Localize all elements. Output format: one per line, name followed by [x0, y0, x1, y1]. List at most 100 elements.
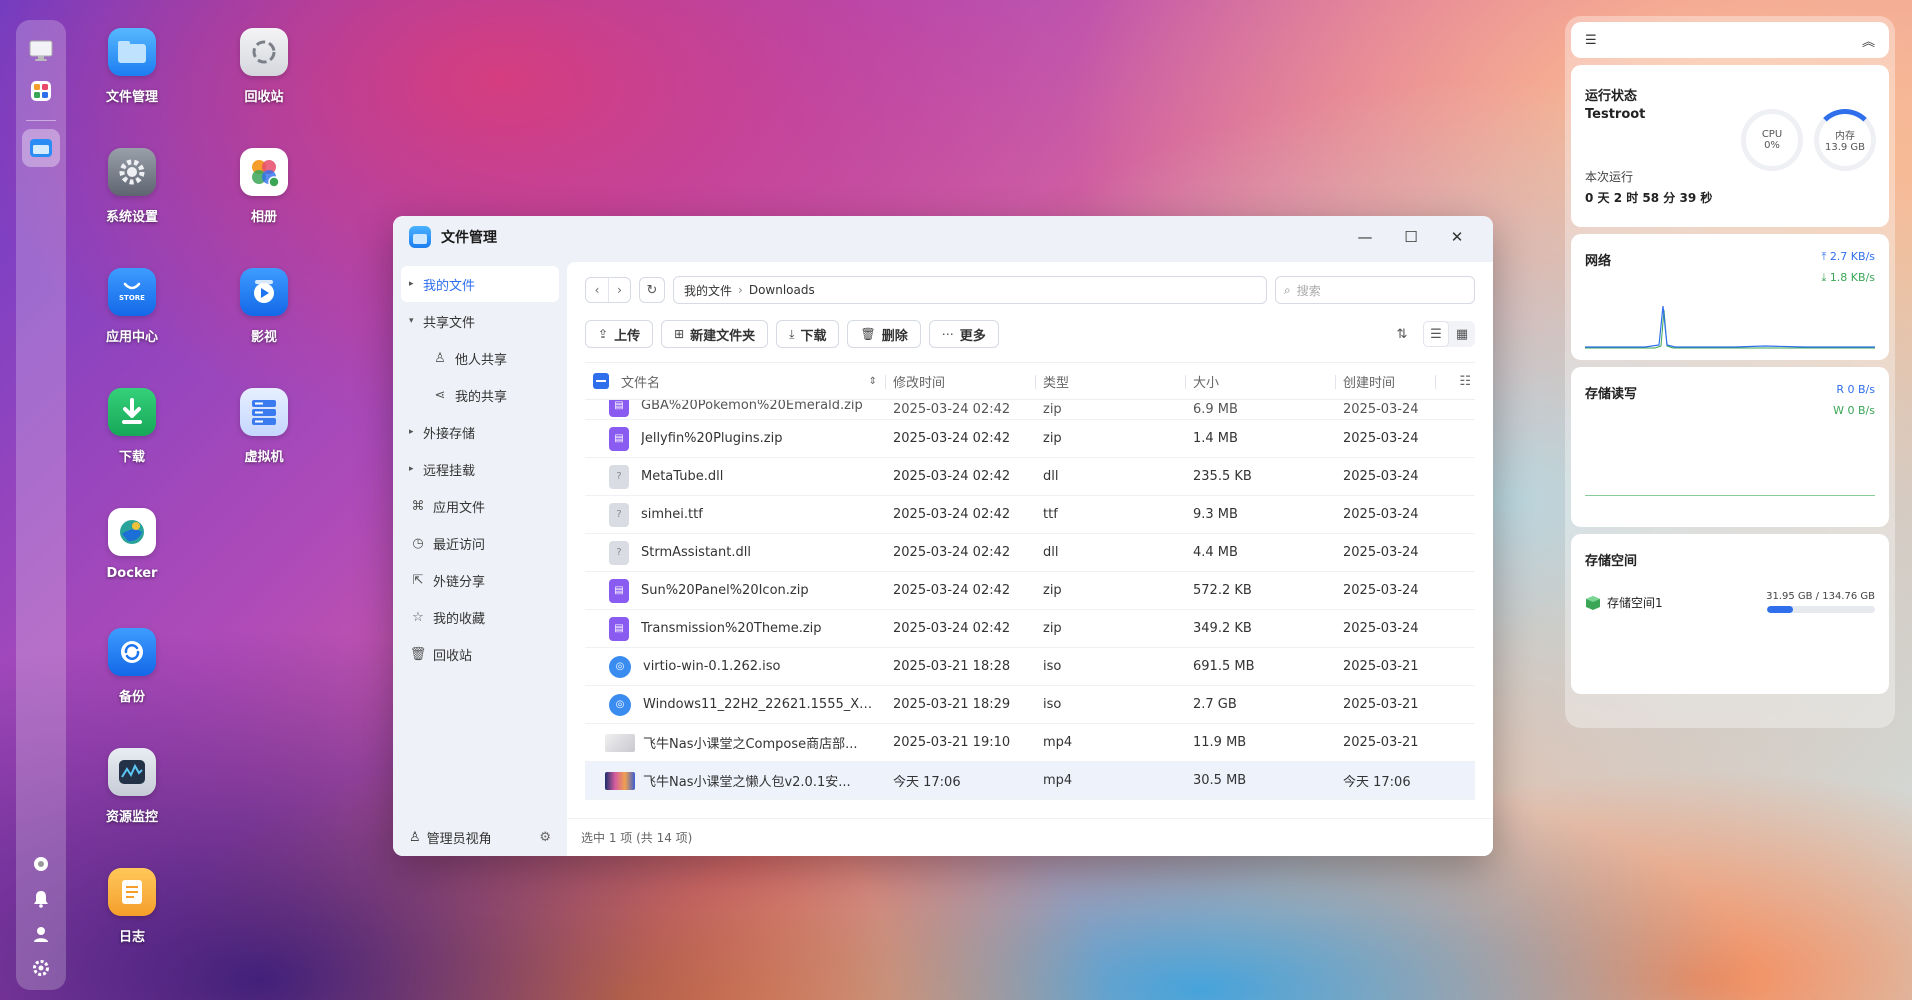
cell-type: dll — [1043, 469, 1059, 484]
table-row[interactable]: ▤ Jellyfin%20Plugins.zip 2025-03-24 02:42 z… — [585, 420, 1475, 458]
desktop-icon-recycle-bin[interactable]: 回收站 — [209, 28, 319, 105]
table-row[interactable]: ? MetaTube.dll 2025-03-24 02:42 dll 235.5 KB… — [585, 458, 1475, 496]
close-button[interactable]: ✕ — [1437, 222, 1477, 252]
cell-size: 2.7 GB — [1193, 697, 1237, 712]
view-controls: ⇅ ☰ ▦ — [1389, 321, 1475, 347]
settings-gear-icon[interactable] — [33, 960, 49, 980]
grid-view-button[interactable]: ▦ — [1449, 321, 1475, 347]
table-row[interactable]: ▤ Sun%20Panel%20Icon.zip 2025-03-24 02:42 z… — [585, 572, 1475, 610]
maximize-button[interactable]: ☐ — [1391, 222, 1431, 252]
widget-title: 运行状态 — [1585, 89, 1638, 104]
refresh-button[interactable]: ↻ — [639, 277, 665, 303]
select-all-checkbox[interactable] — [593, 373, 609, 389]
sidebar-item-link-share[interactable]: ⇱ 外链分享 — [401, 562, 559, 598]
storage-pool-name: 存储空间1 — [1607, 596, 1663, 610]
sidebar-item-shared-with-me[interactable]: ♙ 他人共享 — [401, 340, 559, 376]
sidebar-item-label: 最近访问 — [433, 537, 486, 553]
desktop-icon-photos[interactable]: 相册 — [209, 148, 319, 225]
desktop-icon-settings[interactable]: 系统设置 — [77, 148, 187, 225]
sidebar-item-recycle-bin[interactable]: 🗑 回收站 — [401, 636, 559, 672]
column-created[interactable]: 创建时间 — [1335, 363, 1435, 399]
sidebar-item-my-files[interactable]: ▸ 我的文件 — [401, 266, 559, 302]
desktop-icon-file-manager[interactable]: 文件管理 — [77, 28, 187, 105]
column-modified[interactable]: 修改时间 — [885, 363, 1035, 399]
sidebar-item-label: 外链分享 — [433, 574, 486, 590]
column-type[interactable]: 类型 — [1035, 363, 1185, 399]
desktop-icon-app-center[interactable]: STORE 应用中心 — [77, 268, 187, 345]
column-name[interactable]: 文件名 ⇕ — [585, 363, 885, 399]
sidebar-item-shared-files[interactable]: ▾ 共享文件 — [401, 303, 559, 339]
cell-size: 30.5 MB — [1193, 773, 1247, 788]
sidebar-item-my-shares[interactable]: ⋖ 我的共享 — [401, 377, 559, 413]
download-icon: ⤓ — [789, 326, 795, 341]
widget-settings-icon[interactable]: ☰ — [1585, 33, 1597, 48]
sidebar-item-favorites[interactable]: ☆ 我的收藏 — [401, 599, 559, 635]
new-folder-button[interactable]: ⊞ 新建文件夹 — [661, 320, 769, 348]
desktop-icon-backup[interactable]: 备份 — [77, 628, 187, 705]
user-icon[interactable] — [33, 926, 49, 946]
app-grid-button[interactable] — [22, 72, 60, 110]
desktop-icon-vm[interactable]: 虚拟机 — [209, 388, 319, 465]
forward-button[interactable]: › — [608, 278, 630, 302]
recycle-icon — [240, 28, 288, 76]
search-input[interactable]: ⌕ 搜索 — [1275, 276, 1475, 304]
minimize-button[interactable]: — — [1345, 222, 1385, 252]
cell-modified: 2025-03-24 02:42 — [893, 402, 1011, 417]
breadcrumb-root[interactable]: 我的文件 — [684, 282, 732, 299]
cell-name: 飞牛Nas小课堂之Compose商店部... — [585, 733, 885, 752]
sidebar-item-label: 外接存储 — [423, 426, 476, 442]
sort-button[interactable]: ⇅ — [1389, 321, 1415, 347]
download-button[interactable]: ⤓ 下载 — [776, 320, 840, 348]
sidebar-item-recent[interactable]: ◷ 最近访问 — [401, 525, 559, 561]
maximize-icon: ☐ — [1404, 228, 1418, 246]
desktop-icon-download[interactable]: 下载 — [77, 388, 187, 465]
table-row[interactable]: ◎ Windows11_22H2_22621.1555_X6... 2025-03-… — [585, 686, 1475, 724]
table-row[interactable]: ▤ Transmission%20Theme.zip 2025-03-24 02:4… — [585, 610, 1475, 648]
column-settings-button[interactable]: ☷ — [1435, 363, 1475, 399]
table-row[interactable]: ? simhei.ttf 2025-03-24 02:42 ttf 9.3 MB 2025… — [585, 496, 1475, 534]
desktop-icon-docker[interactable]: Docker — [77, 508, 187, 581]
gear-icon[interactable]: ⚙ — [539, 830, 551, 845]
breadcrumb-current[interactable]: Downloads — [749, 283, 815, 297]
back-button[interactable]: ‹ — [586, 278, 608, 302]
download-speed-value: 1.8 KB/s — [1829, 271, 1875, 284]
status-icon[interactable] — [33, 856, 49, 876]
delete-button[interactable]: 🗑 删除 — [847, 320, 921, 348]
table-row[interactable]: ▤ GBA%20Pokemon%20Emerald.zip 2025-03-24 0… — [585, 400, 1475, 420]
new-folder-icon: ⊞ — [674, 327, 685, 341]
sidebar-item-app-files[interactable]: ⌘ 应用文件 — [401, 488, 559, 524]
desktop-icon-label: 应用中心 — [105, 330, 158, 345]
file-name: 飞牛Nas小课堂之懒人包v2.0.1安... — [643, 775, 851, 790]
window-titlebar[interactable]: 文件管理 — ☐ ✕ — [393, 216, 1493, 258]
table-row[interactable]: ◎ virtio-win-0.1.262.iso 2025-03-21 18:28 i… — [585, 648, 1475, 686]
desktop-icon-video[interactable]: 影视 — [209, 268, 319, 345]
column-size[interactable]: 大小 — [1185, 363, 1335, 399]
sidebar-item-external-storage[interactable]: ▸ 外接存储 — [401, 414, 559, 450]
upload-button[interactable]: ⇪ 上传 — [585, 320, 654, 348]
video-icon — [240, 268, 288, 316]
dock-file-manager[interactable] — [22, 129, 60, 167]
table-body: ▤ GBA%20Pokemon%20Emerald.zip 2025-03-24 0… — [585, 400, 1475, 800]
memory-gauge: 内存 13.9 GB — [1814, 109, 1876, 171]
sidebar-item-remote-mount[interactable]: ▸ 远程挂载 — [401, 451, 559, 487]
admin-view-label: 管理员视角 — [426, 831, 492, 847]
table-row[interactable]: ? StrmAssistant.dll 2025-03-24 02:42 dll 4.4… — [585, 534, 1475, 572]
desktop-button[interactable] — [22, 32, 60, 70]
desktop-icon-log[interactable]: 日志 — [77, 868, 187, 945]
more-button[interactable]: ⋯ 更多 — [928, 320, 999, 348]
collapse-icon[interactable]: ︽ — [1862, 31, 1875, 50]
list-view-button[interactable]: ☰ — [1423, 321, 1449, 347]
storage-pool-item[interactable]: 存储空间1 — [1585, 594, 1663, 611]
file-name: Transmission%20Theme.zip — [641, 621, 822, 636]
table-row[interactable]: 飞牛Nas小课堂之懒人包v2.0.1安... 今天 17:06 mp4 30.5 MB… — [585, 762, 1475, 800]
sort-icon: ⇅ — [1396, 326, 1408, 342]
action-toolbar: ⇪ 上传 ⊞ 新建文件夹 ⤓ 下载 🗑 删除 ⋯ 更多 ⇅ ☰ ▦ — [567, 304, 1493, 348]
bell-icon[interactable] — [33, 890, 49, 912]
admin-view-toggle[interactable]: ♙ 管理员视角 ⚙ — [393, 818, 567, 856]
cell-modified: 2025-03-21 18:28 — [893, 659, 1011, 674]
store-icon: STORE — [108, 268, 156, 316]
breadcrumb[interactable]: 我的文件 › Downloads — [673, 276, 1267, 304]
desktop-icon-resource-monitor[interactable]: 资源监控 — [77, 748, 187, 825]
table-row[interactable]: 飞牛Nas小课堂之Compose商店部... 2025-03-21 19:10 mp… — [585, 724, 1475, 762]
app-grid-icon — [31, 81, 51, 101]
